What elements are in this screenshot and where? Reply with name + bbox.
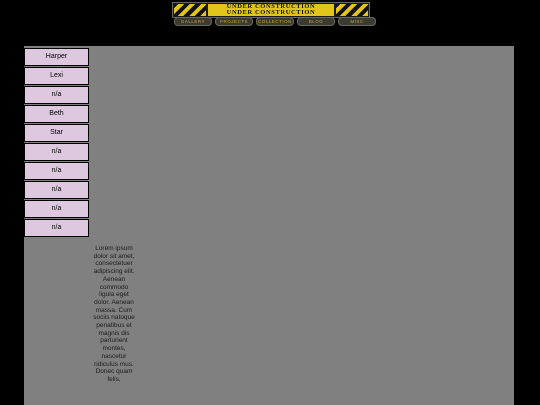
banner-text: UNDER CONSTRUCTION UNDER CONSTRUCTION xyxy=(208,4,334,16)
sidebar-item-na-5[interactable]: n/a xyxy=(24,200,89,218)
sidebar-item-na-6[interactable]: n/a xyxy=(24,219,89,237)
hazard-stripes-right xyxy=(336,4,368,16)
sidebar-item-na-1[interactable]: n/a xyxy=(24,86,89,104)
banner-line-2: UNDER CONSTRUCTION xyxy=(226,9,316,16)
sidebar: Harper Lexi n/a Beth Star n/a n/a n/a n/… xyxy=(24,48,89,238)
sidebar-item-na-3[interactable]: n/a xyxy=(24,162,89,180)
lorem-text: Lorem ipsum dolor sit amet, consectetuer… xyxy=(93,245,135,383)
nav-blog[interactable]: BLOG xyxy=(297,17,335,26)
nav-misc[interactable]: MISC xyxy=(338,17,376,26)
nav-gallery[interactable]: GALLERY xyxy=(174,17,212,26)
nav-projects[interactable]: PROJECTS xyxy=(215,17,253,26)
under-construction-banner: UNDER CONSTRUCTION UNDER CONSTRUCTION xyxy=(172,2,370,18)
right-gutter xyxy=(515,46,540,405)
top-nav: GALLERY PROJECTS COLLECTION BLOG MISC xyxy=(174,17,376,26)
sidebar-item-star[interactable]: Star xyxy=(24,124,89,142)
sidebar-item-na-2[interactable]: n/a xyxy=(24,143,89,161)
hazard-stripes-left xyxy=(174,4,206,16)
content-panel: Harper Lexi n/a Beth Star n/a n/a n/a n/… xyxy=(24,46,514,405)
sidebar-item-na-4[interactable]: n/a xyxy=(24,181,89,199)
sidebar-item-harper[interactable]: Harper xyxy=(24,48,89,66)
nav-collection[interactable]: COLLECTION xyxy=(256,17,294,26)
sidebar-item-beth[interactable]: Beth xyxy=(24,105,89,123)
sidebar-item-lexi[interactable]: Lexi xyxy=(24,67,89,85)
